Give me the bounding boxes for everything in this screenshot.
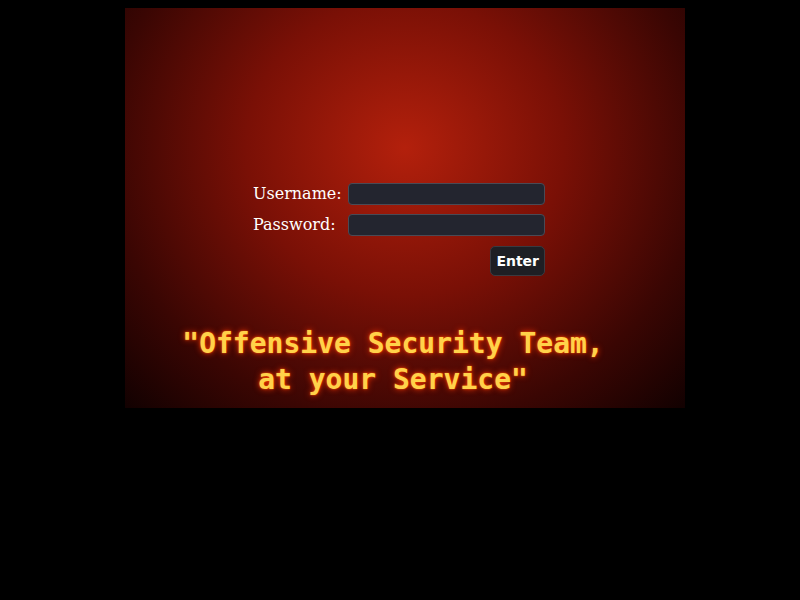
page: Username: Password: Enter "Offensive Securi… [0,0,800,600]
tagline-line: at your Service" [258,362,528,398]
enter-button[interactable]: Enter [490,246,545,276]
login-form: Username: Password: Enter [125,8,545,276]
field-label: Username: [253,183,348,205]
submit-row: Enter [253,245,545,276]
password-input[interactable] [348,214,545,236]
banner-picture: Username: Password: Enter "Offensive Securi… [125,0,685,408]
form-row: Password: [253,214,545,236]
banner-background: Username: Password: Enter "Offensive Securi… [125,8,685,408]
tagline-line: "Offensive Security Team, [182,326,603,362]
tagline: "Offensive Security Team,at your Service… [125,326,685,398]
username-input[interactable] [348,183,545,205]
field-label: Password: [253,214,348,236]
form-row: Username: [253,183,545,205]
